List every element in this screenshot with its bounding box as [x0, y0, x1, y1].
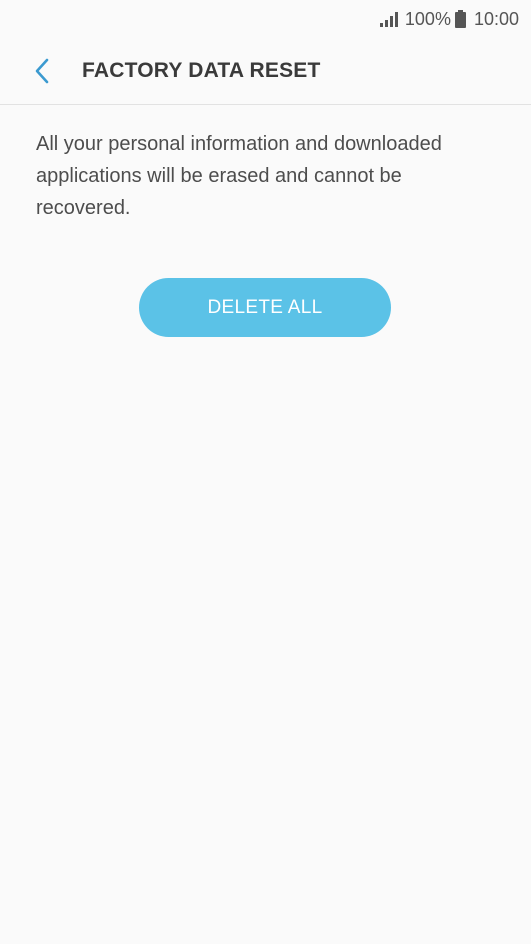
delete-all-button[interactable]: DELETE ALL	[139, 278, 391, 337]
back-button[interactable]	[22, 51, 62, 91]
battery-full-icon	[454, 10, 466, 28]
signal-bars-icon	[379, 10, 399, 28]
reset-description: All your personal information and downlo…	[36, 133, 442, 219]
chevron-left-icon	[34, 58, 50, 84]
battery-percent: 100%	[404, 8, 451, 29]
app-bar: FACTORY DATA RESET	[0, 38, 531, 105]
page-title: FACTORY DATA RESET	[82, 59, 321, 82]
status-time: 10:00	[473, 8, 519, 29]
status-bar: 100% 10:00	[0, 0, 531, 38]
